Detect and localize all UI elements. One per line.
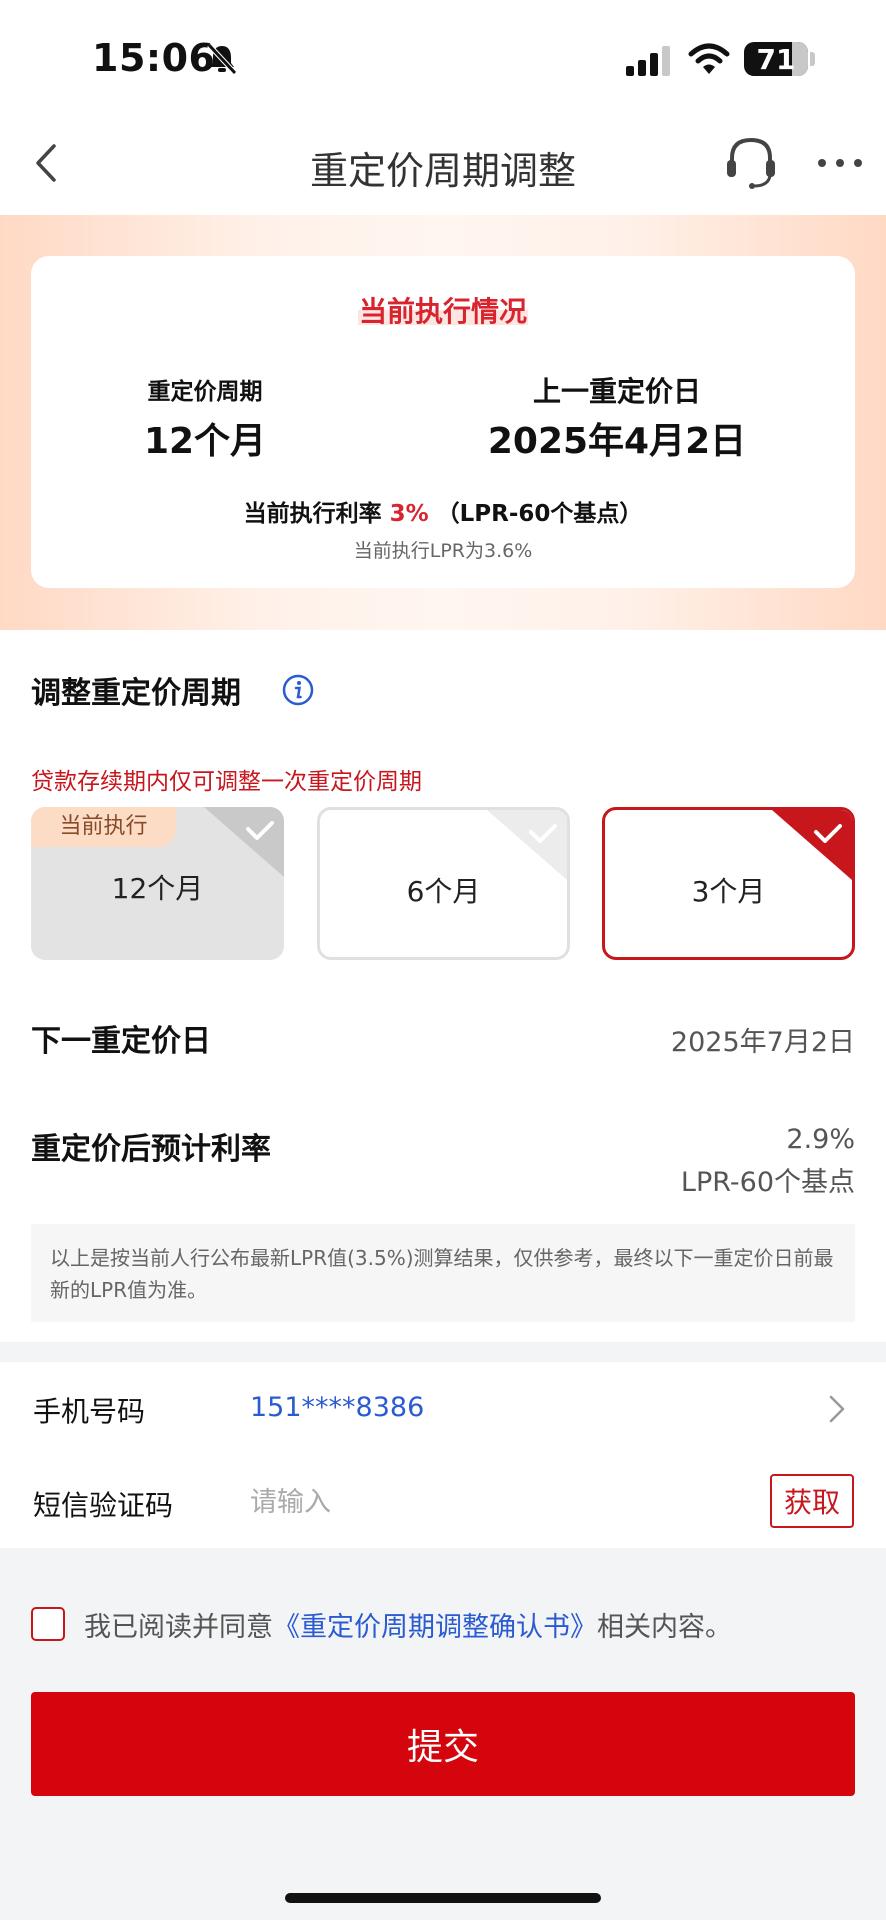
next-reprice-date-value: 2025年7月2日 — [670, 1027, 855, 1058]
info-icon[interactable] — [282, 674, 314, 706]
wifi-icon — [688, 43, 730, 74]
cycle-option-label: 6个月 — [406, 875, 481, 908]
cycle-option-12-months[interactable]: 当前执行 12个月 — [31, 807, 284, 960]
last-reprice-date-label: 上一重定价日 — [532, 375, 701, 408]
current-rate-value: 3% — [389, 501, 429, 527]
cycle-option-label: 12个月 — [111, 872, 204, 905]
last-reprice-date-value: 2025年4月2日 — [487, 421, 747, 462]
estimated-rate-value: 2.9% — [786, 1124, 855, 1155]
agree-checkbox[interactable] — [31, 1607, 65, 1641]
battery-indicator: 71 — [744, 42, 808, 76]
current-cycle-value: 12个月 — [143, 421, 267, 462]
agreement-link[interactable]: 《重定价周期调整确认书》 — [273, 1612, 597, 1643]
battery-tip — [810, 52, 815, 66]
estimated-rate-label: 重定价后预计利率 — [31, 1132, 271, 1167]
get-code-button[interactable]: 获取 — [770, 1474, 854, 1528]
chevron-right-icon[interactable] — [826, 1392, 848, 1426]
home-indicator — [285, 1893, 601, 1903]
phone-label: 手机号码 — [33, 1395, 146, 1428]
cycle-option-label: 3个月 — [691, 875, 766, 908]
current-lpr-note: 当前执行LPR为3.6% — [353, 540, 533, 562]
current-rate-line: 当前执行利率 3% （LPR-60个基点） — [0, 494, 886, 528]
phone-value[interactable]: 151****8386 — [250, 1392, 424, 1423]
disclaimer-text: 以上是按当前人行公布最新LPR值(3.5%)测算结果，仅供参考，最终以下一重定价… — [50, 1246, 834, 1302]
more-icon[interactable] — [816, 148, 864, 178]
current-badge: 当前执行 — [31, 807, 176, 847]
battery-level: 71 — [756, 43, 796, 76]
current-rate-prefix: 当前执行利率 — [243, 501, 382, 527]
next-reprice-date-label: 下一重定价日 — [31, 1024, 211, 1059]
headset-icon[interactable] — [724, 134, 778, 190]
submit-button[interactable]: 提交 — [31, 1692, 855, 1796]
cycle-option-6-months[interactable]: 6个月 — [317, 807, 570, 960]
cycle-option-3-months[interactable]: 3个月 — [602, 807, 855, 960]
adjust-title: 调整重定价周期 — [31, 676, 241, 711]
status-time: 15:06 — [92, 36, 216, 80]
bell-slash-icon — [207, 43, 237, 75]
signal-icon — [626, 46, 670, 76]
current-rate-suffix: （LPR-60个基点） — [436, 501, 643, 527]
sms-code-input[interactable] — [250, 1480, 730, 1524]
agreement-text: 我已阅读并同意《重定价周期调整确认书》相关内容。 — [84, 1605, 732, 1644]
sms-code-label: 短信验证码 — [33, 1489, 174, 1522]
summary-title: 当前执行情况 — [358, 295, 527, 328]
current-cycle-label: 重定价周期 — [147, 379, 263, 405]
adjust-warning: 贷款存续期内仅可调整一次重定价周期 — [31, 769, 422, 795]
estimated-rate-lpr: LPR-60个基点 — [680, 1167, 855, 1198]
agreement-prefix: 我已阅读并同意 — [84, 1612, 273, 1643]
agreement-suffix: 相关内容。 — [597, 1612, 732, 1643]
